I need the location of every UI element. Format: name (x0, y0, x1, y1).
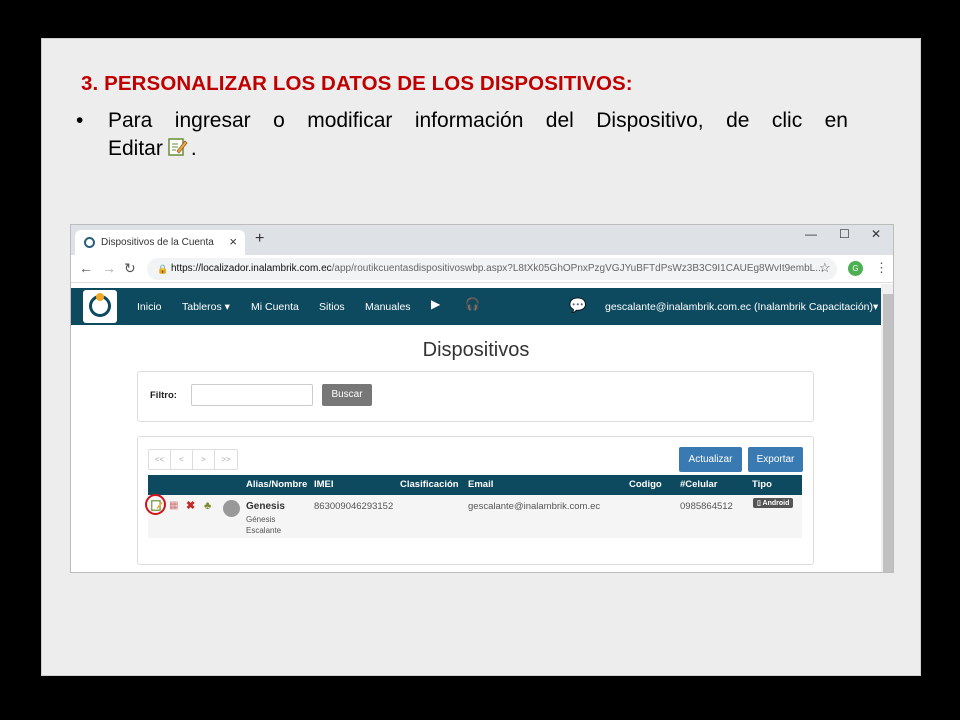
nav-mi-cuenta[interactable]: Mi Cuenta (251, 301, 299, 313)
col-email: Email (468, 479, 494, 490)
page-scrollbar[interactable] (881, 284, 893, 572)
browser-screenshot: Dispositivos de la Cuenta × + — ☐ ✕ ← → … (70, 224, 894, 573)
maximize-icon[interactable]: ☐ (839, 227, 850, 241)
headset-icon[interactable]: 🎧 (465, 297, 480, 311)
profile-avatar[interactable]: G (848, 261, 863, 276)
row-imei: 863009046293152 (314, 501, 394, 512)
edit-icon (168, 138, 188, 156)
nav-tableros[interactable]: Tableros ▾ (182, 301, 230, 313)
app-logo[interactable] (83, 290, 117, 323)
row-email: gescalante@inalambrik.com.ec (468, 501, 601, 512)
bullet-period: . (190, 137, 197, 160)
col-clasificacion: Clasificación (400, 479, 459, 490)
bullet-text-edit-word: Editar (108, 137, 163, 160)
col-alias: Alias/Nombre (246, 479, 308, 490)
pager-first[interactable]: << (149, 450, 171, 469)
table-row: ▦ ✖ ♣ Genesis Génesis Escalante 86300904… (145, 494, 802, 538)
reload-icon[interactable]: ↻ (124, 260, 136, 277)
col-tipo: Tipo (752, 479, 772, 490)
refresh-button[interactable]: Actualizar (679, 447, 742, 472)
menu-kebab-icon[interactable]: ⋮ (875, 260, 888, 276)
pager-next[interactable]: > (193, 450, 215, 469)
delete-icon[interactable]: ✖ (186, 500, 198, 512)
bullet-dot: • (76, 109, 84, 132)
nav-sitios[interactable]: Sitios (319, 301, 345, 313)
pager-prev[interactable]: < (171, 450, 193, 469)
window-close-icon[interactable]: ✕ (871, 227, 881, 241)
nav-manuales[interactable]: Manuales (365, 301, 411, 313)
edit-highlight-circle (145, 494, 166, 515)
row-name-last: Escalante (246, 526, 282, 535)
youtube-icon[interactable]: ▶ (431, 297, 440, 311)
export-button[interactable]: Exportar (748, 447, 803, 472)
address-bar-row: ← → ↻ 🔒 https://localizador.inalambrik.c… (71, 255, 893, 283)
devices-panel: << < > >> Actualizar Exportar Alias/Nomb… (137, 436, 814, 565)
slide-title: 3. PERSONALIZAR LOS DATOS DE LOS DISPOSI… (81, 72, 633, 95)
device-avatar (223, 500, 240, 517)
device-type-text: Android (762, 500, 790, 507)
calendar-icon[interactable]: ▦ (169, 500, 181, 512)
url-host: https://localizador.inalambrik.com.ec (171, 263, 332, 274)
row-alias: Genesis (246, 501, 285, 512)
col-codigo: Codigo (629, 479, 662, 490)
forward-icon[interactable]: → (102, 260, 116, 276)
filter-input[interactable] (191, 384, 313, 406)
transfer-icon[interactable]: ♣ (204, 500, 216, 512)
app-navbar: Inicio Tableros ▾ Mi Cuenta Sitios Manua… (71, 288, 881, 325)
tab-bar: Dispositivos de la Cuenta × + — ☐ ✕ (71, 225, 893, 255)
col-celular: #Celular (680, 479, 718, 490)
device-type-badge: ▯ Android (753, 498, 794, 508)
url-field[interactable]: 🔒 https://localizador.inalambrik.com.ec/… (147, 258, 837, 280)
lock-icon: 🔒 (157, 264, 169, 274)
table-header: Alias/Nombre IMEI Clasificación Email Co… (148, 475, 802, 495)
page-title: Dispositivos (422, 339, 530, 361)
row-name-first: Génesis (246, 515, 276, 524)
favicon-icon (84, 237, 95, 248)
minimize-icon[interactable]: — (805, 227, 817, 241)
bullet-point: • Para ingresar o modificar información … (76, 107, 848, 163)
nav-inicio[interactable]: Inicio (137, 301, 162, 313)
bookmark-star-icon[interactable]: ☆ (819, 260, 831, 276)
tab-title: Dispositivos de la Cuenta (101, 237, 214, 248)
browser-tab[interactable]: Dispositivos de la Cuenta × (75, 230, 245, 255)
url-path: /app/routikcuentasdispositivoswbp.aspx?L… (331, 263, 824, 274)
bullet-text-line2: Editar. (108, 135, 848, 163)
back-icon[interactable]: ← (79, 260, 93, 276)
bullet-text-line1: Para ingresar o modificar información de… (108, 109, 848, 132)
web-page: Inicio Tableros ▾ Mi Cuenta Sitios Manua… (71, 284, 881, 572)
close-tab-icon[interactable]: × (229, 234, 237, 249)
user-menu[interactable]: gescalante@inalambrik.com.ec (Inalambrik… (605, 301, 878, 313)
filter-panel: Filtro: Buscar (137, 371, 814, 422)
row-phone: 0985864512 (680, 501, 733, 512)
pagination: << < > >> (148, 449, 238, 470)
filter-label: Filtro: (150, 390, 177, 401)
chat-icon[interactable]: 💬 (569, 297, 586, 314)
search-button[interactable]: Buscar (322, 384, 372, 406)
new-tab-icon[interactable]: + (255, 230, 264, 248)
col-imei: IMEI (314, 479, 334, 490)
pager-last[interactable]: >> (215, 450, 237, 469)
